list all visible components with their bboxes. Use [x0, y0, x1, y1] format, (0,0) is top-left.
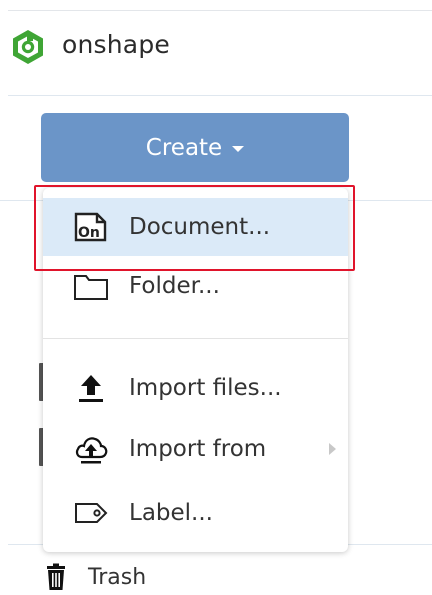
header-divider-bottom: [8, 95, 432, 96]
create-button[interactable]: Create: [41, 113, 349, 182]
brand-name[interactable]: onshape: [62, 30, 170, 59]
menu-item-label: Document...: [129, 214, 271, 240]
menu-item-document[interactable]: On Document...: [43, 198, 348, 256]
chevron-right-icon: [329, 443, 336, 455]
trash-icon: [47, 563, 65, 590]
tag-icon: [73, 497, 109, 529]
sidebar-item-label: Trash: [88, 564, 147, 590]
cloud-upload-icon: [73, 433, 109, 465]
menu-item-label-tag[interactable]: Label...: [43, 484, 348, 542]
header-divider-top: [8, 10, 432, 11]
menu-item-folder[interactable]: Folder...: [43, 257, 348, 315]
caret-down-icon: [232, 146, 245, 152]
onshape-document-icon: On: [73, 211, 109, 243]
onshape-page: onshape Create On Document... Folder... …: [0, 0, 432, 595]
folder-icon: [73, 270, 109, 302]
svg-text:On: On: [78, 225, 100, 241]
sidebar-item-trash[interactable]: Trash: [44, 562, 146, 592]
upload-icon: [73, 372, 109, 404]
onshape-logo-icon[interactable]: [9, 28, 47, 66]
create-button-label: Create: [145, 134, 223, 161]
app-header: onshape: [0, 0, 432, 96]
menu-item-import-files[interactable]: Import files...: [43, 359, 348, 417]
menu-item-label: Import from: [129, 436, 267, 462]
create-dropdown-menu: On Document... Folder... Import files...: [43, 188, 348, 552]
menu-separator: [43, 338, 348, 339]
menu-item-import-from[interactable]: Import from: [43, 420, 348, 478]
menu-item-label: Label...: [129, 500, 213, 526]
menu-item-label: Import files...: [129, 375, 282, 401]
menu-item-label: Folder...: [129, 273, 220, 299]
